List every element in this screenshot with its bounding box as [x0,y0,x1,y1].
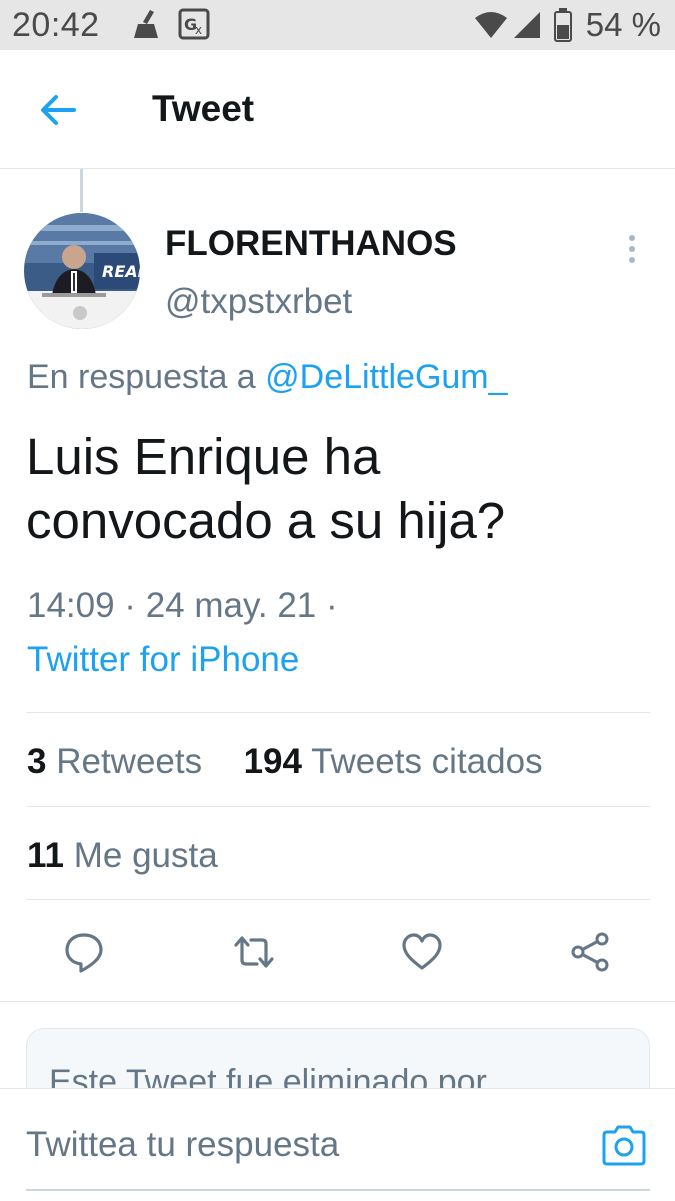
svg-text:REAL: REAL [102,262,140,281]
share-icon[interactable] [568,930,612,974]
tweet-text: Luis Enrique ha convocado a su hija? [26,425,656,553]
stats-row-likes: 11 Me gusta [27,836,218,876]
like-icon[interactable] [400,930,444,974]
reply-input[interactable]: Twittea tu respuesta [26,1125,339,1165]
cleaning-icon [132,8,162,45]
likes-label: Me gusta [73,836,218,875]
retweets-stat[interactable]: 3 Retweets [27,742,202,781]
reply-composer: Twittea tu respuesta [0,1088,675,1201]
reply-mention-link[interactable]: @DeLittleGum_ [265,358,507,396]
signal-icon [512,10,542,45]
divider [26,806,650,807]
battery-percentage: 54 % [585,6,661,43]
tweet-actions-bar [0,910,675,1000]
tweet-text-line: convocado a su hija? [26,492,506,549]
reply-icon[interactable] [62,930,106,974]
retweet-icon[interactable] [232,930,276,974]
quotes-stat[interactable]: 194 Tweets citados [244,742,543,781]
divider [26,899,650,900]
top-app-bar: Tweet [0,50,675,169]
reply-context: En respuesta a @DeLittleGum_ [27,358,508,397]
wifi-icon [474,10,508,45]
camera-icon[interactable] [600,1123,648,1167]
tweet-source-link[interactable]: Twitter for iPhone [27,640,299,680]
stats-row-retweets: 3 Retweets 194 Tweets citados [27,742,543,782]
battery-icon [554,8,572,47]
arrow-left-icon[interactable] [36,88,80,132]
page-title: Tweet [152,88,255,129]
reply-prefix: En respuesta a [27,358,256,396]
likes-count: 11 [27,836,64,875]
reply-input-underline [26,1189,650,1191]
quotes-label: Tweets citados [311,742,543,781]
divider [0,1001,675,1002]
quotes-count: 194 [243,742,302,781]
author-handle[interactable]: @txpstxrbet [165,282,352,322]
svg-text:x: x [195,23,202,37]
retweets-count: 3 [27,742,47,781]
author-name[interactable]: FLORENTHANOS [165,224,457,264]
status-time: 20:42 [12,6,100,44]
more-options-icon[interactable] [620,230,644,270]
retweets-label: Retweets [56,742,203,781]
thread-connector [80,169,83,212]
translate-icon: G x [178,8,210,45]
divider [26,712,650,713]
avatar[interactable]: REAL [24,213,140,329]
status-bar: 20:42 G x 54 % [0,0,675,50]
tweet-timestamp: 14:09 · 24 may. 21 · [27,586,338,625]
tweet-text-line: Luis Enrique ha [26,428,381,485]
likes-stat[interactable]: 11 Me gusta [27,836,218,875]
